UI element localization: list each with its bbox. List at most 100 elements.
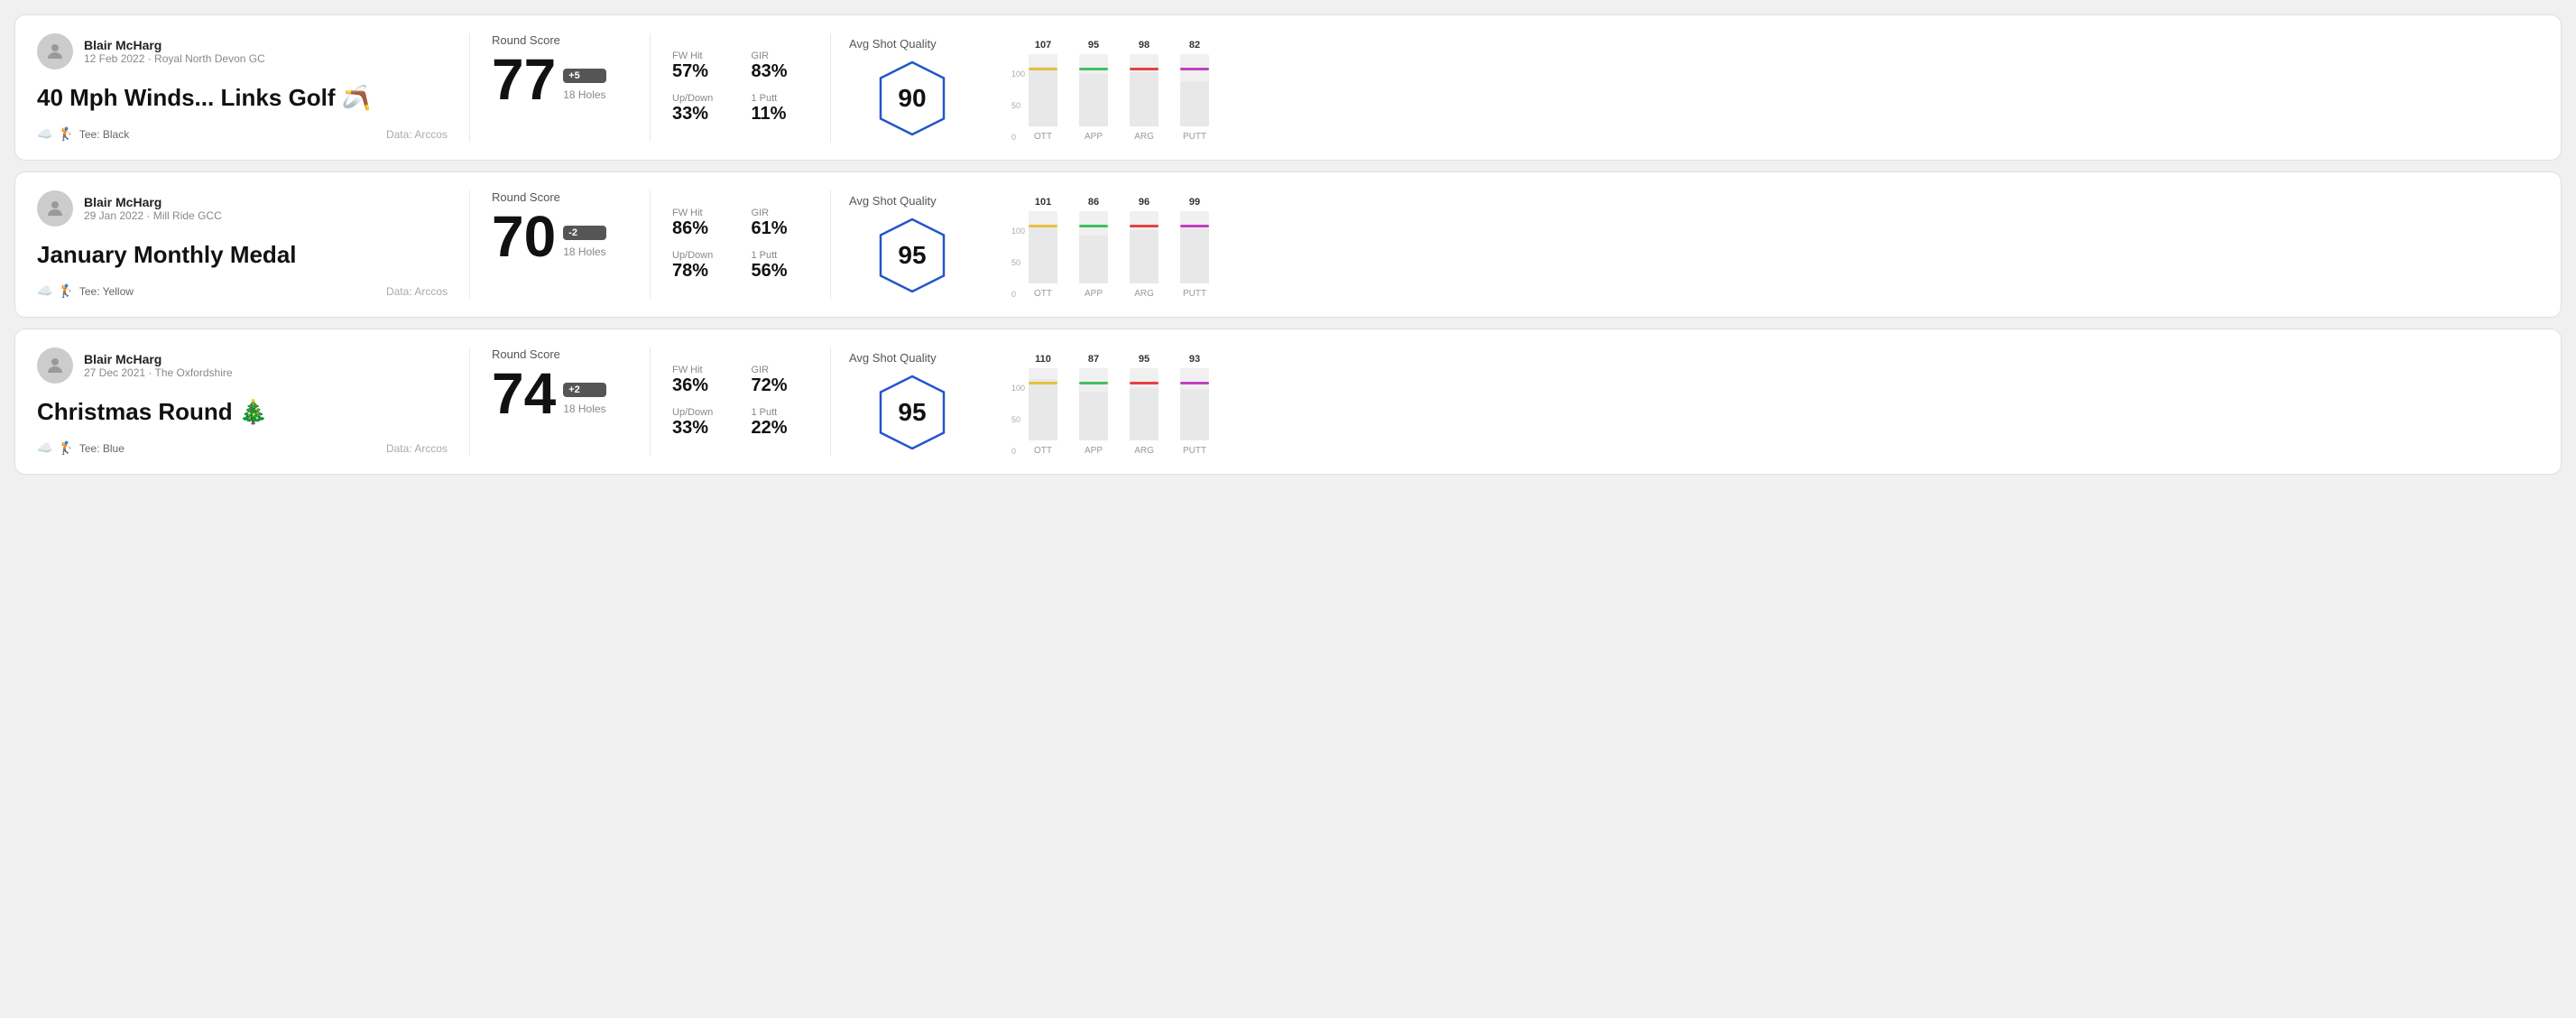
left-section: Blair McHarg 12 Feb 2022 · Royal North D… — [37, 33, 470, 142]
score-badge: +2 — [563, 383, 605, 397]
stat-gir: GIR 83% — [752, 51, 809, 82]
tee-info: ☁️ 🏌 Tee: Yellow — [37, 283, 134, 299]
score-section: Round Score 74 +2 18 Holes — [470, 347, 651, 456]
golf-icon: 🏌 — [58, 126, 73, 142]
bar-group-ott: 110 OTT — [1029, 354, 1057, 456]
chart-section: 100 50 0 110 OTT 87 — [993, 347, 2539, 456]
score-section: Round Score 77 +5 18 Holes — [470, 33, 651, 142]
data-source: Data: Arccos — [386, 128, 448, 141]
quality-section: Avg Shot Quality 90 — [831, 33, 993, 142]
tee-label: Tee: Black — [79, 128, 129, 141]
bar-group-putt: 93 PUTT — [1180, 354, 1209, 456]
stats-grid: FW Hit 86% GIR 61% Up/Down 78% 1 Putt 56… — [672, 208, 808, 282]
bar-chart: 107 OTT 95 APP 98 — [1029, 33, 1209, 142]
weather-icon: ☁️ — [37, 283, 52, 299]
stats-grid: FW Hit 36% GIR 72% Up/Down 33% 1 Putt 22… — [672, 365, 808, 439]
score-number: 70 — [492, 208, 556, 265]
hex-score: 95 — [898, 241, 926, 270]
score-label: Round Score — [492, 190, 628, 204]
golf-icon: 🏌 — [58, 440, 73, 456]
stat-oneputt: 1 Putt 22% — [752, 407, 809, 439]
bottom-row: ☁️ 🏌 Tee: Black Data: Arccos — [37, 126, 448, 142]
score-row: 70 -2 18 Holes — [492, 208, 628, 265]
data-source: Data: Arccos — [386, 442, 448, 455]
holes-text: 18 Holes — [563, 245, 605, 258]
stat-updown: Up/Down 33% — [672, 93, 730, 125]
bar-group-putt: 82 PUTT — [1180, 40, 1209, 142]
user-name: Blair McHarg — [84, 38, 265, 52]
score-row: 77 +5 18 Holes — [492, 51, 628, 108]
stat-oneputt: 1 Putt 11% — [752, 93, 809, 125]
stat-updown: Up/Down 78% — [672, 250, 730, 282]
holes-text: 18 Holes — [563, 403, 605, 415]
bar-group-ott: 107 OTT — [1029, 40, 1057, 142]
tee-info: ☁️ 🏌 Tee: Blue — [37, 440, 125, 456]
quality-section: Avg Shot Quality 95 — [831, 347, 993, 456]
chart-section: 100 50 0 107 OTT 95 — [993, 33, 2539, 142]
quality-label: Avg Shot Quality — [849, 37, 937, 51]
user-name: Blair McHarg — [84, 352, 233, 366]
score-badge: +5 — [563, 69, 605, 83]
bar-group-ott: 101 OTT — [1029, 197, 1057, 299]
quality-label: Avg Shot Quality — [849, 194, 937, 208]
round-title: Christmas Round 🎄 — [37, 398, 448, 426]
quality-section: Avg Shot Quality 95 — [831, 190, 993, 299]
bar-group-putt: 99 PUTT — [1180, 197, 1209, 299]
stat-oneputt: 1 Putt 56% — [752, 250, 809, 282]
chart-section: 100 50 0 101 OTT 86 — [993, 190, 2539, 299]
score-number: 77 — [492, 51, 556, 108]
holes-text: 18 Holes — [563, 88, 605, 101]
stat-fw-hit: FW Hit 36% — [672, 365, 730, 396]
stat-gir: GIR 61% — [752, 208, 809, 239]
score-number: 74 — [492, 365, 556, 422]
round-title: 40 Mph Winds... Links Golf 🪃 — [37, 84, 448, 112]
stat-updown: Up/Down 33% — [672, 407, 730, 439]
bar-group-app: 95 APP — [1079, 40, 1108, 142]
stat-fw-hit: FW Hit 57% — [672, 51, 730, 82]
avatar — [37, 347, 73, 384]
round-card-round3: Blair McHarg 27 Dec 2021 · The Oxfordshi… — [14, 329, 2562, 475]
stats-section: FW Hit 57% GIR 83% Up/Down 33% 1 Putt 11… — [651, 33, 831, 142]
left-section: Blair McHarg 27 Dec 2021 · The Oxfordshi… — [37, 347, 470, 456]
golf-icon: 🏌 — [58, 283, 73, 299]
user-row: Blair McHarg 29 Jan 2022 · Mill Ride GCC — [37, 190, 448, 227]
left-section: Blair McHarg 29 Jan 2022 · Mill Ride GCC… — [37, 190, 470, 299]
hexagon: 95 — [872, 372, 953, 453]
date-course: 12 Feb 2022 · Royal North Devon GC — [84, 52, 265, 65]
tee-info: ☁️ 🏌 Tee: Black — [37, 126, 129, 142]
stats-section: FW Hit 86% GIR 61% Up/Down 78% 1 Putt 56… — [651, 190, 831, 299]
user-row: Blair McHarg 12 Feb 2022 · Royal North D… — [37, 33, 448, 69]
user-info: Blair McHarg 29 Jan 2022 · Mill Ride GCC — [84, 195, 222, 222]
bottom-row: ☁️ 🏌 Tee: Yellow Data: Arccos — [37, 283, 448, 299]
stats-grid: FW Hit 57% GIR 83% Up/Down 33% 1 Putt 11… — [672, 51, 808, 125]
round-title: January Monthly Medal — [37, 241, 448, 269]
stats-section: FW Hit 36% GIR 72% Up/Down 33% 1 Putt 22… — [651, 347, 831, 456]
score-row: 74 +2 18 Holes — [492, 365, 628, 422]
date-course: 27 Dec 2021 · The Oxfordshire — [84, 366, 233, 379]
hexagon: 90 — [872, 58, 953, 139]
weather-icon: ☁️ — [37, 440, 52, 456]
round-card-round1: Blair McHarg 12 Feb 2022 · Royal North D… — [14, 14, 2562, 161]
bar-group-arg: 96 ARG — [1130, 197, 1159, 299]
bar-group-app: 87 APP — [1079, 354, 1108, 456]
bar-chart: 101 OTT 86 APP 96 — [1029, 190, 1209, 299]
score-badge: -2 — [563, 226, 605, 240]
score-label: Round Score — [492, 347, 628, 361]
user-info: Blair McHarg 27 Dec 2021 · The Oxfordshi… — [84, 352, 233, 379]
user-name: Blair McHarg — [84, 195, 222, 209]
weather-icon: ☁️ — [37, 126, 52, 142]
avatar — [37, 33, 73, 69]
hex-score: 95 — [898, 398, 926, 427]
tee-label: Tee: Blue — [79, 442, 125, 455]
avatar — [37, 190, 73, 227]
stat-fw-hit: FW Hit 86% — [672, 208, 730, 239]
user-row: Blair McHarg 27 Dec 2021 · The Oxfordshi… — [37, 347, 448, 384]
stat-gir: GIR 72% — [752, 365, 809, 396]
quality-label: Avg Shot Quality — [849, 351, 937, 365]
hex-score: 90 — [898, 84, 926, 113]
data-source: Data: Arccos — [386, 285, 448, 298]
bar-group-app: 86 APP — [1079, 197, 1108, 299]
date-course: 29 Jan 2022 · Mill Ride GCC — [84, 209, 222, 222]
bar-group-arg: 98 ARG — [1130, 40, 1159, 142]
score-section: Round Score 70 -2 18 Holes — [470, 190, 651, 299]
